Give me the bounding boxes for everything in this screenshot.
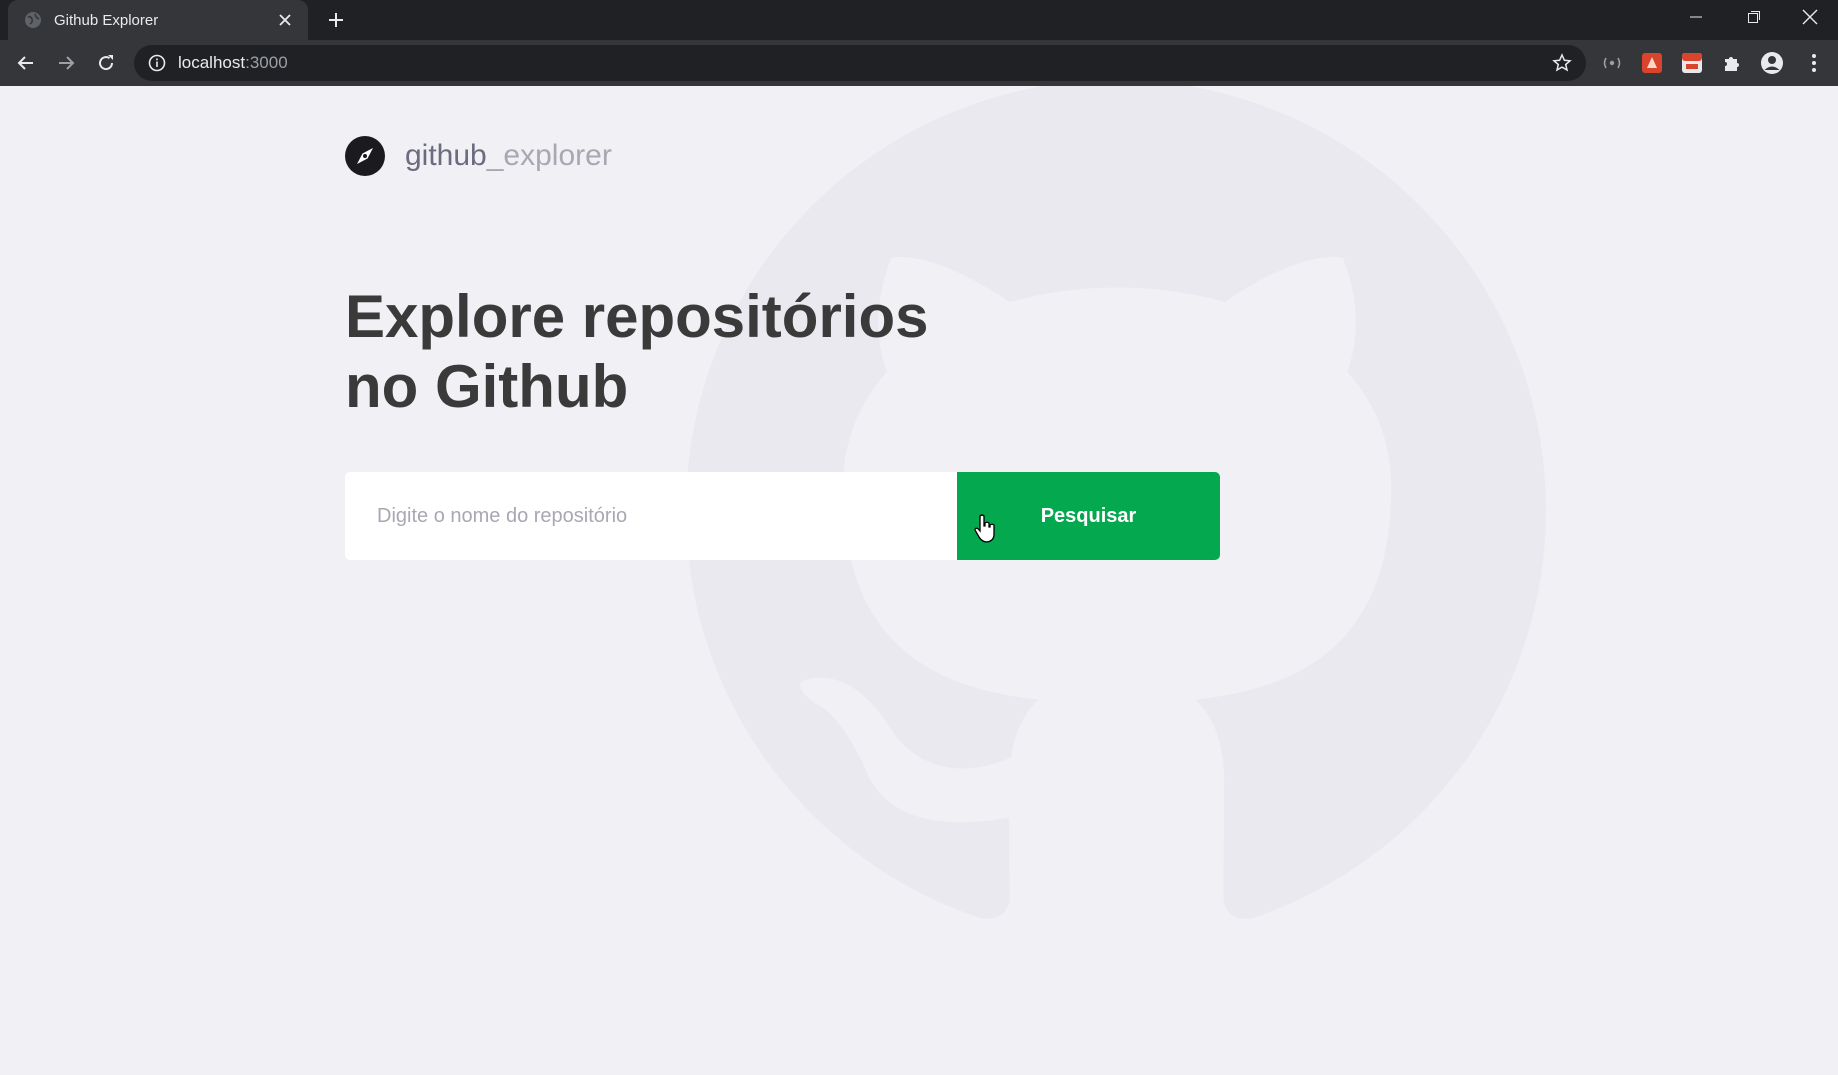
url-port: :3000 — [245, 53, 288, 72]
search-button[interactable]: Pesquisar — [957, 472, 1220, 560]
close-icon[interactable] — [276, 11, 294, 29]
reload-icon — [99, 55, 114, 71]
brand-secondary: _explorer — [486, 139, 612, 172]
globe-icon — [25, 12, 41, 28]
compass-icon — [345, 136, 385, 176]
minimize-icon — [1690, 16, 1702, 18]
red-extension-icon[interactable] — [1640, 51, 1664, 75]
address-bar[interactable]: localhost:3000 — [134, 45, 1586, 81]
brand-primary: github — [405, 139, 487, 172]
arrow-left-icon — [17, 56, 33, 70]
page-title: Explore repositórios no Github — [345, 282, 985, 422]
restore-button[interactable] — [1726, 0, 1782, 34]
more-vert-icon[interactable] — [1802, 51, 1826, 75]
account-icon[interactable] — [1760, 51, 1784, 75]
reload-button[interactable] — [90, 47, 122, 79]
browser-toolbar: localhost:3000 — [0, 40, 1838, 86]
arrow-right-icon — [59, 56, 75, 70]
page-title-line-2: no Github — [345, 353, 629, 420]
back-button[interactable] — [10, 47, 42, 79]
broadcast-extension-icon[interactable] — [1600, 51, 1624, 75]
repository-search-input[interactable] — [345, 472, 957, 560]
close-icon — [1802, 9, 1818, 25]
hand-pointer-icon — [974, 514, 995, 543]
tab-title: Github Explorer — [54, 11, 159, 29]
restore-icon — [1748, 11, 1760, 23]
page-content: github _explorer Explore repositórios no … — [0, 86, 1838, 1075]
plus-icon — [329, 13, 343, 27]
search-form: Pesquisar — [345, 472, 1220, 560]
browser-tab[interactable]: Github Explorer — [8, 0, 308, 40]
app-logo: github _explorer — [345, 136, 612, 176]
minimize-button[interactable] — [1668, 0, 1724, 34]
puzzle-icon[interactable] — [1720, 51, 1744, 75]
url-host: localhost — [178, 53, 246, 72]
json-extension-icon[interactable] — [1680, 51, 1704, 75]
info-icon[interactable] — [148, 54, 166, 72]
star-icon[interactable] — [1552, 53, 1572, 73]
close-window-button[interactable] — [1782, 0, 1838, 34]
page-title-line-1: Explore repositórios — [345, 283, 929, 350]
forward-button[interactable] — [50, 47, 82, 79]
browser-tab-strip: Github Explorer — [0, 0, 1838, 40]
new-tab-button[interactable] — [322, 6, 350, 34]
